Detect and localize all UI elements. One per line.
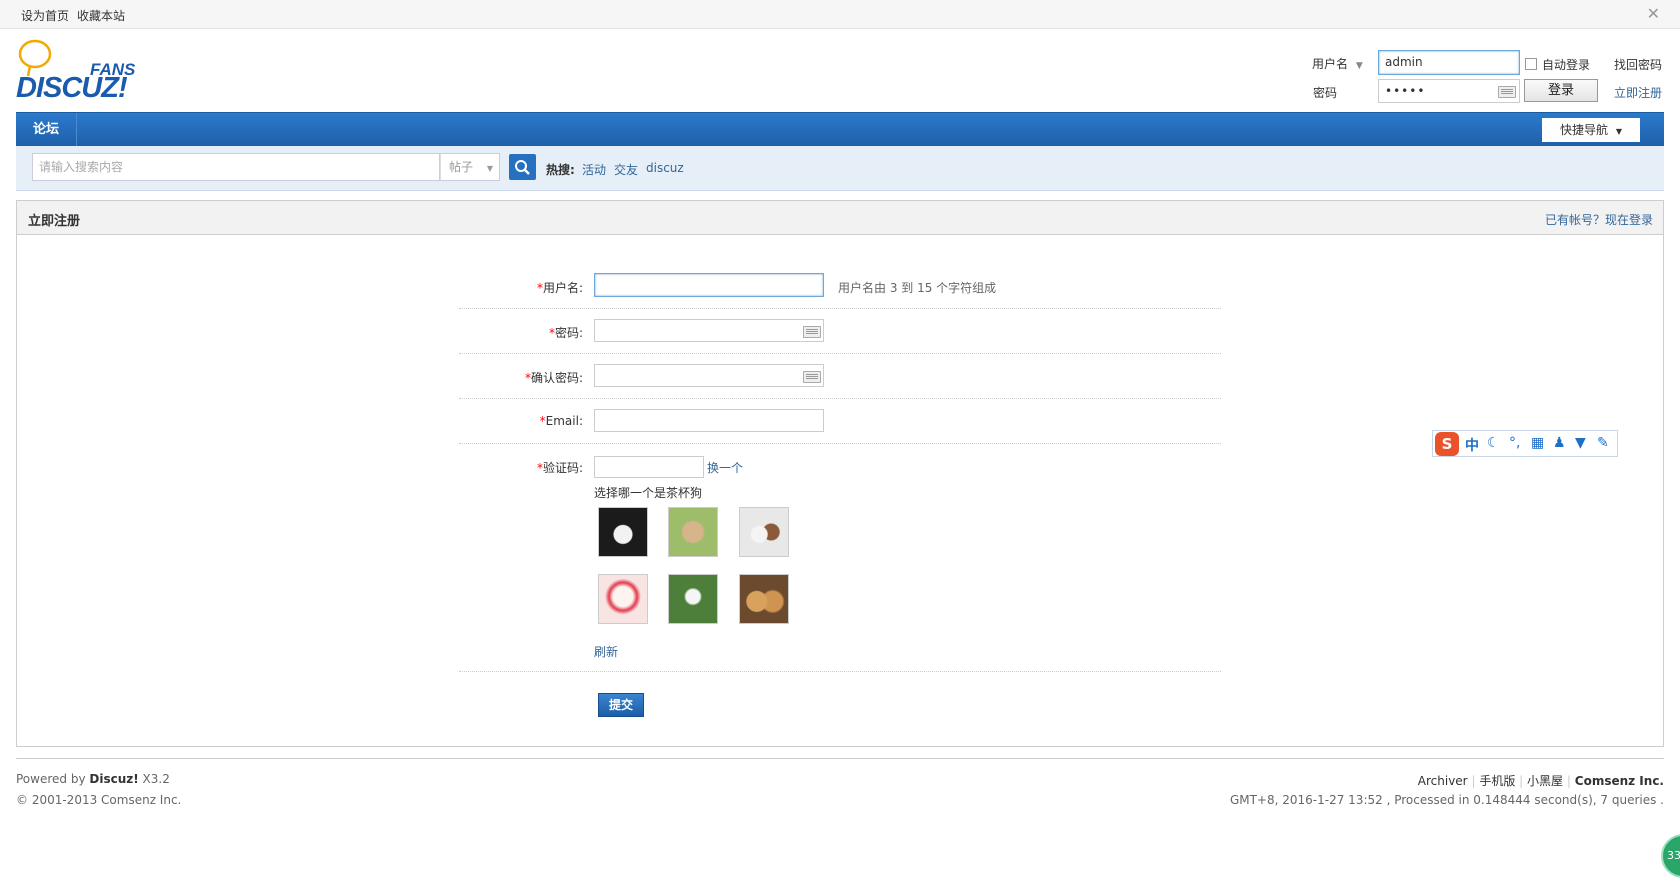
search-bar: 请输入搜索内容 帖子 ▼ 热搜: 活动 交友 discuz <box>16 146 1664 191</box>
search-button[interactable] <box>509 154 536 180</box>
search-scope-value: 帖子 <box>449 160 474 174</box>
captcha-field-label: *验证码: <box>463 459 583 476</box>
comsenz-link[interactable]: Comsenz Inc. <box>1575 774 1664 788</box>
captcha-dog-image[interactable] <box>598 574 648 624</box>
floating-badge[interactable]: 33 <box>1661 834 1680 878</box>
quick-nav-button[interactable]: 快捷导航 ▼ <box>1542 118 1640 142</box>
mobile-link[interactable]: 手机版 <box>1479 774 1515 788</box>
existing-account-login-link[interactable]: 已有帐号？现在登录 <box>1545 211 1653 228</box>
confirm-label-text: 确认密码: <box>530 371 583 385</box>
email-field[interactable] <box>594 409 824 432</box>
username-type-label: 用户名 <box>1312 57 1349 71</box>
ime-chinese-mode[interactable]: 中 <box>1465 435 1479 455</box>
keyboard-icon[interactable] <box>803 326 821 338</box>
captcha-dog-image[interactable] <box>598 507 648 557</box>
keyboard-icon[interactable] <box>803 371 821 383</box>
password-field[interactable] <box>594 319 824 342</box>
email-field-label: *Email: <box>463 414 583 428</box>
copyright: © 2001-2013 Comsenz Inc. <box>16 793 182 807</box>
captcha-dog-image[interactable] <box>668 507 718 557</box>
find-password-link[interactable]: 找回密码 <box>1614 56 1662 73</box>
hot-search-label: 热搜: <box>546 163 575 177</box>
auto-login-checkbox[interactable] <box>1525 58 1537 70</box>
captcha-dog-image[interactable] <box>739 507 789 557</box>
powered-by: Powered by Discuz! X3.2 <box>16 772 170 786</box>
blacklist-link[interactable]: 小黑屋 <box>1527 774 1563 788</box>
search-scope-select[interactable]: 帖子 ▼ <box>440 153 500 181</box>
panel-header: 立即注册 已有帐号？现在登录 <box>17 201 1663 235</box>
punctuation-icon[interactable]: °, <box>1509 435 1520 451</box>
user-icon[interactable]: ♟ <box>1553 435 1566 451</box>
chevron-down-icon: ▼ <box>486 164 493 173</box>
confirm-password-field-label: *确认密码: <box>463 369 583 386</box>
footer-stats: GMT+8, 2016-1-27 13:52 , Processed in 0.… <box>1229 793 1664 807</box>
hot-term-link[interactable]: discuz <box>646 161 684 175</box>
search-input[interactable]: 请输入搜索内容 <box>32 153 440 181</box>
auto-login-label: 自动登录 <box>1542 58 1591 72</box>
page-title: 立即注册 <box>28 214 81 229</box>
footer-links: Archiver | 手机版 | 小黑屋 | Comsenz Inc. <box>1417 774 1664 788</box>
chevron-down-icon: ▼ <box>1615 127 1622 136</box>
set-homepage-link[interactable]: 设为首页 <box>21 7 69 24</box>
footer-divider <box>16 758 1664 759</box>
submit-button[interactable]: 提交 <box>598 693 644 717</box>
row-divider <box>459 353 1221 354</box>
powered-prefix: Powered by <box>16 772 90 786</box>
login-username-input[interactable]: admin <box>1378 50 1520 75</box>
search-icon <box>515 160 530 175</box>
username-type-select[interactable]: 用户名 ▼ <box>1312 55 1363 72</box>
row-divider <box>459 308 1221 309</box>
confirm-password-field[interactable] <box>594 364 824 387</box>
close-icon[interactable]: ✕ <box>1647 4 1660 23</box>
quick-nav-label: 快捷导航 <box>1560 123 1609 137</box>
captcha-refresh-link[interactable]: 刷新 <box>594 643 618 660</box>
captcha-change-link[interactable]: 换一个 <box>707 459 743 476</box>
bookmark-site-link[interactable]: 收藏本站 <box>77 7 125 24</box>
skin-icon[interactable]: ▼ <box>1575 435 1586 451</box>
row-divider <box>459 443 1221 444</box>
email-label-text: Email: <box>545 414 583 428</box>
site-logo[interactable]: FANS DISCUZ! <box>16 38 151 108</box>
password-field-label: *密码: <box>463 324 583 341</box>
login-password-label: 密码 <box>1313 86 1338 100</box>
discuz-link[interactable]: Discuz! <box>89 772 138 786</box>
hot-term-link[interactable]: 交友 <box>614 161 638 178</box>
keyboard-icon[interactable] <box>1498 86 1516 98</box>
keyboard-icon[interactable]: ▦ <box>1531 435 1544 451</box>
nav-item-forum[interactable]: 论坛 <box>16 113 77 147</box>
username-hint: 用户名由 3 到 15 个字符组成 <box>838 281 997 295</box>
ime-toolbar[interactable]: S 中 ☾ °, ▦ ♟ ▼ ✎ <box>1432 430 1618 457</box>
sogou-logo-icon: S <box>1435 432 1459 456</box>
chevron-down-icon: ▼ <box>1355 61 1363 71</box>
captcha-input[interactable] <box>594 456 704 478</box>
username-field[interactable] <box>594 273 824 297</box>
moon-icon[interactable]: ☾ <box>1487 435 1500 451</box>
captcha-question: 选择哪一个是茶杯狗 <box>594 486 703 500</box>
password-label-text: 密码: <box>554 326 583 340</box>
row-divider <box>459 671 1221 672</box>
register-link[interactable]: 立即注册 <box>1614 84 1662 101</box>
username-field-label: *用户名: <box>463 279 583 296</box>
wrench-icon[interactable]: ✎ <box>1597 435 1609 451</box>
main-nav: 论坛 快捷导航 ▼ <box>16 112 1664 147</box>
captcha-label-text: 验证码: <box>542 461 583 475</box>
username-label-text: 用户名: <box>542 281 583 295</box>
login-button[interactable]: 登录 <box>1524 79 1598 102</box>
captcha-dog-image[interactable] <box>739 574 789 624</box>
captcha-dog-image[interactable] <box>668 574 718 624</box>
powered-version: X3.2 <box>138 772 170 786</box>
logo-discuz-text: DISCUZ! <box>16 72 128 104</box>
top-bar: 设为首页 收藏本站 ✕ <box>0 0 1680 29</box>
hot-term-link[interactable]: 活动 <box>582 161 606 178</box>
row-divider <box>459 398 1221 399</box>
archiver-link[interactable]: Archiver <box>1418 774 1468 788</box>
